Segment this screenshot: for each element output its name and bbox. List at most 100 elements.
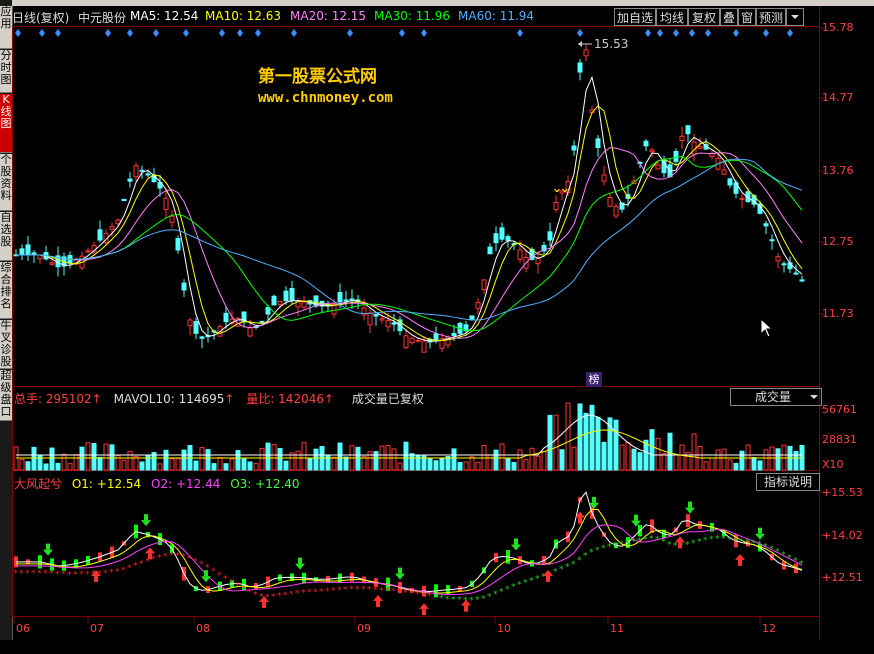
candle-body: [403, 335, 409, 349]
star-trail-icon: *: [109, 568, 114, 578]
sell-arrow-icon: [511, 544, 521, 551]
star-trail-icon: *: [445, 595, 450, 605]
candle-body: [487, 246, 493, 255]
buy-arrow-icon: [262, 601, 266, 608]
volume-bar: [715, 449, 721, 471]
buy-arrow-icon: [738, 560, 742, 567]
star-trail-icon: *: [661, 537, 666, 547]
indicator-o1: O1: +12.54: [71, 477, 142, 491]
volume-bar: [307, 458, 313, 471]
volume-bar: [265, 442, 271, 471]
candle-body: [259, 320, 265, 323]
star-trail-icon: *: [61, 570, 66, 580]
volume-bar: [403, 441, 409, 471]
star-trail-icon: *: [721, 535, 726, 545]
volume-bar: [337, 442, 343, 471]
candle-body: [781, 263, 787, 266]
event-marker-icon: [733, 29, 739, 37]
star-trail-icon: *: [739, 537, 744, 547]
volume-bar: [709, 457, 715, 471]
volume-bar: [769, 446, 775, 471]
candle-body: [373, 314, 379, 317]
indicator-o2: O2: +12.44: [151, 477, 221, 491]
star-trail-icon: *: [355, 585, 360, 595]
volume-bar: [211, 463, 217, 471]
volume-bar: [613, 419, 619, 471]
star-trail-icon: *: [397, 588, 402, 598]
volume-bar: [439, 457, 445, 471]
candle-body: [505, 236, 511, 241]
star-trail-icon: *: [799, 559, 804, 569]
volume-bar: [109, 444, 115, 471]
event-marker-icon: [657, 29, 663, 37]
star-trail-icon: *: [529, 577, 534, 587]
candle-body: [265, 307, 271, 315]
volume-bar: [721, 448, 727, 471]
star-trail-icon: *: [517, 580, 522, 590]
volume-bar: [205, 449, 211, 471]
candle-body: [499, 227, 505, 240]
volume-bar: [31, 446, 37, 471]
ranking-badge[interactable]: 榜: [586, 372, 602, 387]
star-trail-icon: *: [439, 594, 444, 604]
volume-bar: [283, 460, 289, 471]
kline-chart-canvas[interactable]: ˇˇ* * * * * * * * * * * * * * * * * * * * * * * * * * * * * * * * * * * * * *…: [0, 0, 874, 654]
event-marker-icon: [291, 29, 297, 37]
star-trail-icon: *: [313, 588, 318, 598]
buy-arrow-icon: [94, 575, 98, 582]
candle-body: [493, 233, 499, 244]
candle-body: [517, 249, 523, 260]
sell-arrow-icon: [685, 507, 695, 514]
volume-bar: [535, 455, 541, 471]
star-trail-icon: *: [613, 541, 618, 551]
star-trail-icon: *: [343, 585, 348, 595]
star-trail-icon: *: [391, 587, 396, 597]
volume-bar: [517, 449, 523, 471]
star-trail-icon: *: [793, 556, 798, 566]
buy-arrow-icon: [678, 542, 682, 549]
buy-arrow-icon: [675, 536, 685, 543]
star-trail-icon: *: [295, 589, 300, 599]
volume-bar: [487, 454, 493, 471]
sell-arrow-icon: [201, 576, 211, 583]
event-marker-icon: [55, 29, 61, 37]
star-trail-icon: *: [385, 587, 390, 597]
star-trail-icon: *: [79, 570, 84, 580]
sell-arrow-icon: [634, 514, 638, 521]
volume-panel-header: 总手: 295102↑ MAVOL10: 114695↑ 量比: 142046↑…: [14, 390, 424, 407]
star-trail-icon: *: [379, 586, 384, 596]
star-trail-icon: *: [49, 569, 54, 579]
star-trail-icon: *: [595, 546, 600, 556]
star-trail-icon: *: [691, 539, 696, 549]
star-trail-icon: *: [715, 534, 720, 544]
volume-bar: [625, 442, 631, 471]
star-trail-icon: *: [319, 588, 324, 598]
watermark-site-name: 第一股票公式网: [258, 67, 377, 87]
volume-indicator-selector[interactable]: 成交量: [730, 388, 822, 406]
indicator-help-button[interactable]: 指标说明: [756, 473, 820, 491]
volume-bar: [121, 459, 127, 471]
volume-bar: [493, 449, 499, 471]
price-axis-tick: 13.76: [822, 164, 854, 177]
star-trail-icon: *: [277, 592, 282, 602]
star-trail-icon: *: [589, 548, 594, 558]
price-axis-tick: 11.73: [822, 307, 854, 320]
sell-arrow-icon: [298, 557, 302, 564]
volume-bar: [427, 458, 433, 471]
candle-body: [547, 231, 553, 241]
star-trail-icon: *: [85, 570, 90, 580]
star-trail-icon: *: [67, 570, 72, 580]
star-trail-icon: *: [211, 567, 216, 577]
star-trail-icon: *: [655, 535, 660, 545]
star-trail-icon: *: [223, 575, 228, 585]
indicator-name[interactable]: 大风起兮: [14, 477, 62, 491]
candle-body: [277, 300, 283, 305]
volume-bar: [277, 448, 283, 471]
event-marker-icon: [255, 29, 261, 37]
star-trail-icon: *: [643, 535, 648, 545]
candle-body: [379, 318, 385, 321]
star-trail-icon: *: [667, 540, 672, 550]
star-trail-icon: *: [487, 592, 492, 602]
buy-arrow-icon: [735, 554, 745, 561]
star-trail-icon: *: [139, 559, 144, 569]
